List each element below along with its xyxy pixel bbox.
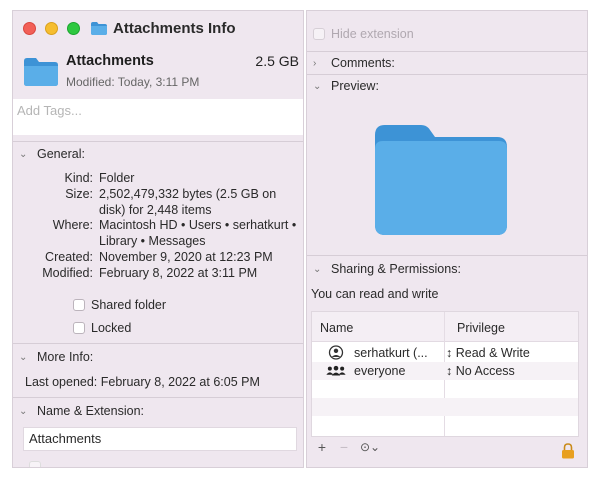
divider xyxy=(13,141,303,142)
section-general[interactable]: ⌄ General: xyxy=(19,147,85,161)
checkbox-label: Shared folder xyxy=(91,298,167,312)
section-more-info[interactable]: ⌄ More Info: xyxy=(19,350,93,364)
close-button[interactable] xyxy=(23,21,36,35)
file-name: Attachments xyxy=(66,53,154,69)
info-value: November 9, 2020 at 12:23 PM xyxy=(99,250,273,264)
info-panel-right: Hide extension › Comments: ⌄ Preview: ⌄ … xyxy=(306,10,588,468)
checkbox[interactable] xyxy=(73,322,85,334)
info-key: Kind: xyxy=(64,171,94,185)
info-value: Folder xyxy=(99,171,135,185)
divider xyxy=(13,397,303,398)
table-row xyxy=(312,380,578,398)
chevron-down-icon: ⌄ xyxy=(19,148,28,160)
section-preview[interactable]: ⌄ Preview: xyxy=(313,79,379,93)
modified-date: Modified: Today, 3:11 PM xyxy=(66,75,200,89)
remove-user-button[interactable]: − xyxy=(333,439,355,455)
folder-icon xyxy=(91,21,107,35)
user-name: everyone xyxy=(354,364,406,378)
info-value: Macintosh HD • Users • serhatkurt • Libr… xyxy=(99,218,297,248)
checkbox-label: Hide extension xyxy=(331,27,414,41)
section-heading: Sharing & Permissions: xyxy=(331,262,461,276)
checkbox[interactable] xyxy=(73,299,85,311)
title-bar: Attachments Info xyxy=(23,17,299,39)
table-row xyxy=(312,416,578,434)
table-header: Name Privilege xyxy=(312,312,578,342)
privilege-select[interactable]: ↕ Read & Write xyxy=(446,346,530,360)
divider xyxy=(307,51,587,52)
permissions-table: Name Privilege serhatkurt (... ↕ Read & … xyxy=(311,311,579,437)
divider xyxy=(307,255,587,256)
info-key: Where: xyxy=(52,218,93,232)
section-comments[interactable]: › Comments: xyxy=(313,56,395,70)
group-icon xyxy=(326,365,346,376)
action-menu-button[interactable]: ⊙⌄ xyxy=(355,439,385,455)
name-field[interactable]: Attachments xyxy=(23,427,297,451)
section-heading: Comments: xyxy=(331,56,395,70)
divider xyxy=(307,74,587,75)
chevron-down-icon: ⌄ xyxy=(313,263,322,275)
table-row[interactable]: serhatkurt (... ↕ Read & Write xyxy=(312,344,578,362)
chevron-right-icon: › xyxy=(313,57,317,69)
column-header-privilege[interactable]: Privilege xyxy=(457,321,505,335)
table-row xyxy=(312,398,578,416)
last-opened: Last opened: February 8, 2022 at 6:05 PM xyxy=(25,375,260,389)
divider xyxy=(13,343,303,344)
info-value: 2,502,479,332 bytes (2.5 GB on disk) for… xyxy=(99,187,277,217)
table-row[interactable]: everyone ↕ No Access xyxy=(312,362,578,380)
permissions-toolbar: + − ⊙⌄ xyxy=(311,439,385,455)
locked-checkbox[interactable]: Locked xyxy=(73,321,131,335)
info-key: Size: xyxy=(65,187,93,201)
checkbox-label: Locked xyxy=(91,321,132,335)
permission-status: You can read and write xyxy=(311,287,439,301)
info-panel-left: Attachments Info Attachments 2.5 GB Modi… xyxy=(12,10,304,468)
section-name-extension[interactable]: ⌄ Name & Extension: xyxy=(19,404,144,418)
info-key: Created: xyxy=(45,250,93,264)
user-name: serhatkurt (... xyxy=(354,346,428,360)
section-heading: Preview: xyxy=(331,79,379,93)
hide-extension-checkbox[interactable]: Hide extension xyxy=(313,27,414,41)
section-heading: More Info: xyxy=(37,350,94,364)
column-header-name[interactable]: Name xyxy=(320,321,353,335)
section-heading: Name & Extension: xyxy=(37,404,144,418)
section-sharing[interactable]: ⌄ Sharing & Permissions: xyxy=(313,262,461,276)
tags-input[interactable]: Add Tags... xyxy=(13,99,303,135)
user-icon xyxy=(328,345,344,360)
lock-icon[interactable] xyxy=(561,443,575,459)
section-heading: General: xyxy=(37,147,85,161)
chevron-down-icon: ⌄ xyxy=(19,405,28,417)
info-key: Modified: xyxy=(42,266,93,280)
chevron-down-icon: ⌄ xyxy=(313,80,322,92)
checkbox[interactable] xyxy=(29,461,41,467)
folder-icon xyxy=(24,58,58,86)
info-value: February 8, 2022 at 3:11 PM xyxy=(99,266,258,280)
file-size: 2.5 GB xyxy=(255,53,299,69)
zoom-button[interactable] xyxy=(67,21,80,35)
shared-folder-checkbox[interactable]: Shared folder xyxy=(73,298,166,312)
minimize-button[interactable] xyxy=(45,21,58,35)
folder-icon xyxy=(375,125,507,235)
chevron-down-icon: ⌄ xyxy=(19,351,28,363)
window-title: Attachments Info xyxy=(113,19,236,37)
privilege-select[interactable]: ↕ No Access xyxy=(446,364,515,378)
checkbox[interactable] xyxy=(313,28,325,40)
add-user-button[interactable]: + xyxy=(311,439,333,455)
